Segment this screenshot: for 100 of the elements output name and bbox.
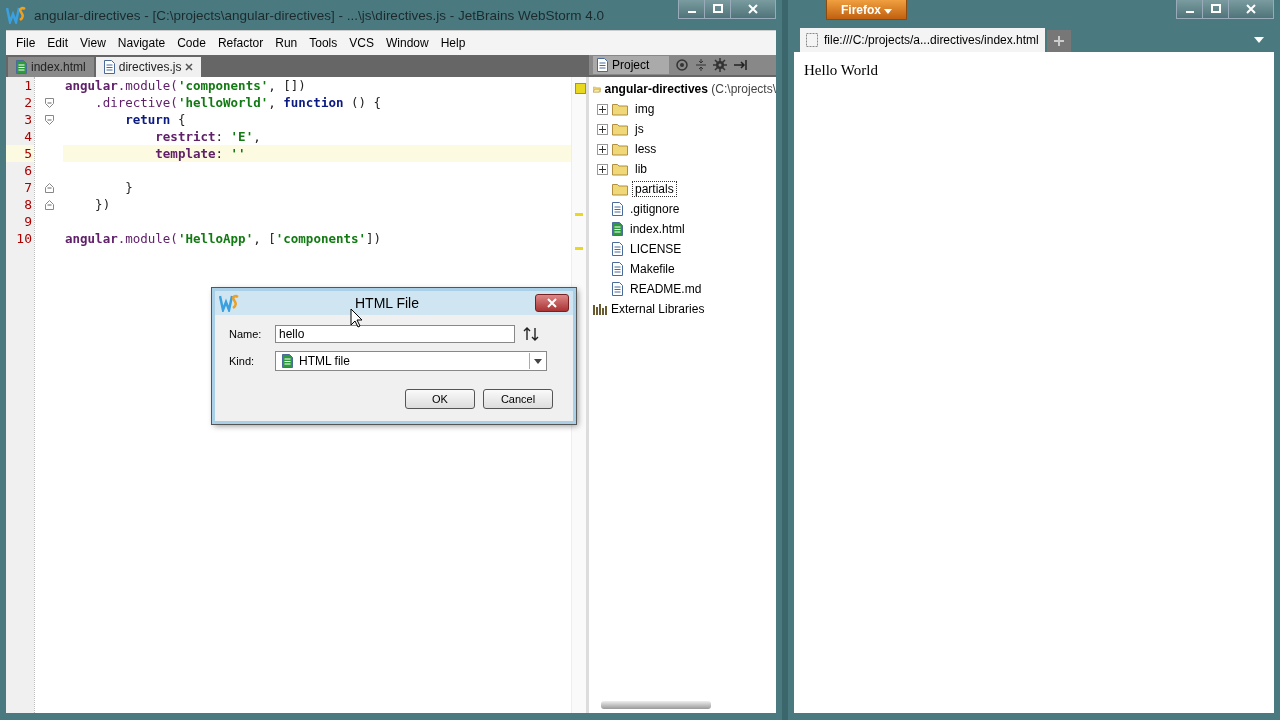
menu-item[interactable]: Window [379, 36, 435, 50]
code-line: template: '' [154, 146, 246, 161]
line-number: 8 [23, 196, 33, 213]
tree-item[interactable]: index.html [627, 221, 688, 237]
tree-item[interactable]: README.md [627, 281, 705, 297]
menu-item[interactable]: File [10, 36, 42, 50]
tree-item[interactable]: LICENSE [627, 241, 685, 257]
tree-item[interactable]: img [632, 101, 658, 117]
tree-item[interactable]: less [632, 141, 660, 157]
file-icon [612, 242, 623, 256]
plus-icon [599, 165, 606, 173]
caret-icon [534, 358, 542, 364]
menu-item[interactable]: VCS [343, 36, 380, 50]
line-number: 9 [23, 213, 33, 230]
new-tab-button[interactable] [1046, 30, 1071, 52]
close-icon [547, 298, 557, 308]
name-field[interactable]: hello [275, 325, 515, 343]
editor-tab[interactable]: index.html [8, 57, 94, 77]
warning-marker[interactable] [575, 213, 583, 216]
code-line: } [124, 180, 133, 195]
menu-item[interactable]: Help [434, 36, 472, 50]
minimize-button[interactable] [679, 0, 705, 18]
fold-marker-icon[interactable] [44, 97, 54, 108]
maximize-button[interactable] [705, 0, 731, 18]
close-button[interactable] [535, 294, 569, 312]
maximize-icon [712, 4, 723, 14]
folder-icon [612, 182, 628, 196]
dialog-title: HTML File [353, 295, 420, 311]
maximize-icon [1210, 4, 1221, 14]
minimize-icon [687, 11, 696, 13]
dialog-button[interactable]: OK [405, 389, 475, 409]
code-line: restrict: 'E', [154, 129, 261, 144]
project-tab[interactable]: Project [593, 56, 670, 74]
html-file-icon [282, 354, 293, 368]
menu-item[interactable]: View [74, 36, 112, 50]
menu-item[interactable]: Tools [303, 36, 344, 50]
fold-marker-icon[interactable] [44, 182, 54, 193]
caret-icon [884, 8, 893, 14]
line-number: 6 [23, 162, 33, 179]
minimize-button[interactable] [1177, 0, 1203, 18]
file-icon [612, 222, 623, 236]
close-tab-icon[interactable] [185, 63, 194, 71]
menu-item[interactable]: Edit [41, 36, 75, 50]
close-button[interactable] [731, 0, 775, 18]
plus-icon [1052, 35, 1065, 47]
app-logo-icon [219, 294, 239, 312]
tree-item[interactable]: lib [632, 161, 650, 177]
close-button[interactable] [1229, 0, 1273, 18]
hide-icon[interactable] [733, 58, 750, 72]
file-icon [16, 60, 27, 74]
file-icon [103, 60, 115, 74]
expand-toggle[interactable] [597, 163, 608, 175]
expand-toggle[interactable] [597, 143, 608, 155]
app-logo-icon [6, 6, 26, 24]
minimize-icon [1185, 11, 1194, 13]
fold-marker-icon[interactable] [44, 199, 54, 210]
warning-marker[interactable] [575, 83, 586, 94]
sort-button[interactable] [523, 327, 539, 341]
line-number: 10 [15, 230, 33, 247]
folder-icon [612, 142, 628, 156]
tree-item[interactable]: .gitignore [627, 201, 683, 217]
menu-item[interactable]: Navigate [111, 36, 172, 50]
line-number: 7 [23, 179, 33, 196]
tree-item[interactable]: angular-directives (C:\projects\ [604, 82, 776, 96]
plus-icon [599, 105, 606, 113]
expand-toggle[interactable] [597, 123, 608, 135]
tree-item[interactable]: js [632, 121, 647, 137]
file-icon [612, 202, 623, 216]
close-icon [748, 4, 758, 14]
code-line: angular.module('components', []) [65, 78, 306, 93]
menu-item[interactable]: Refactor [211, 36, 270, 50]
file-icon [612, 282, 623, 296]
target-icon[interactable] [675, 58, 690, 72]
dialog-button[interactable]: Cancel [483, 389, 553, 409]
expand-toggle[interactable] [597, 103, 608, 115]
line-number: 4 [23, 128, 33, 145]
tree-item[interactable]: Makefile [627, 261, 678, 277]
page-icon [806, 33, 818, 47]
kind-dropdown[interactable]: HTML file [275, 351, 547, 371]
code-line: }) [94, 197, 111, 212]
folder-icon [612, 122, 628, 136]
tree-item[interactable]: External Libraries [611, 302, 705, 316]
tree-item[interactable]: partials [632, 181, 677, 197]
browser-tab[interactable]: file:///C:/projects/a...directives/index.html [800, 28, 1045, 52]
menu-item[interactable]: Code [171, 36, 212, 50]
menu-item[interactable]: Run [269, 36, 304, 50]
window-title: angular-directives - [C:\projects\angular-directives] - ...\js\directives.js - JetBrains WebStorm 4.0 [34, 7, 604, 23]
warning-marker[interactable] [575, 247, 583, 250]
code-line: angular.module('HelloApp', ['components']) [65, 231, 382, 246]
collapse-icon[interactable] [695, 58, 708, 72]
up-down-arrows-icon [523, 327, 539, 341]
fold-marker-icon[interactable] [44, 114, 54, 125]
editor-tab[interactable]: directives.js [95, 57, 202, 77]
settings-icon[interactable] [713, 58, 728, 72]
line-number: 3 [23, 111, 33, 128]
maximize-button[interactable] [1203, 0, 1229, 18]
line-number: 5 [6, 145, 34, 162]
close-icon [1246, 4, 1256, 14]
scrollbar-thumb[interactable] [601, 701, 711, 709]
file-icon [597, 58, 608, 72]
